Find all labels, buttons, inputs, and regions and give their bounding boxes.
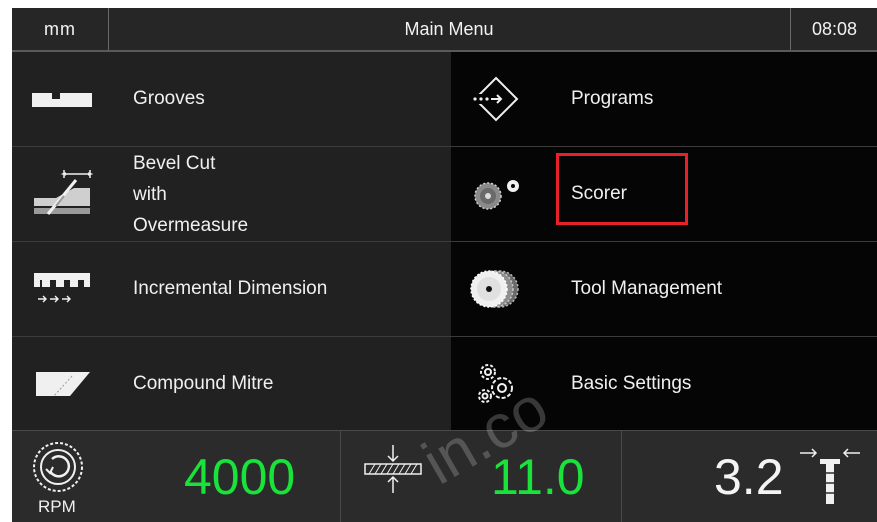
basic-settings-icon	[461, 337, 531, 431]
bevel-cut-line-1: Bevel Cut	[133, 152, 216, 174]
menu-row-3: Incremental Dimension Tool Management	[12, 242, 877, 337]
main-screen: mm Main Menu 08:08 Grooves Programs Beve…	[12, 8, 877, 522]
incremental-dimension-icon	[22, 242, 102, 336]
unit-indicator[interactable]: mm	[12, 8, 109, 50]
width-value: 3.2	[714, 449, 784, 505]
bevel-cut-button[interactable]: Bevel Cut with Overmeasure	[12, 147, 451, 241]
page-title: Main Menu	[404, 19, 494, 39]
compound-mitre-button[interactable]: Compound Mitre	[12, 337, 451, 431]
bevel-cut-icon	[22, 147, 102, 241]
tool-management-label: Tool Management	[571, 278, 723, 299]
compound-mitre-label: Compound Mitre	[133, 373, 274, 394]
tool-management-button[interactable]: Tool Management	[451, 242, 877, 336]
thickness-icon	[361, 443, 425, 506]
status-bar: RPM 4000 11.0 3.2	[12, 430, 877, 522]
clock: 08:08	[790, 8, 877, 50]
menu-row-2: Bevel Cut with Overmeasure Scorer	[12, 147, 877, 242]
menu-row-1: Grooves Programs	[12, 52, 877, 147]
programs-label: Programs	[571, 88, 654, 109]
rpm-icon	[30, 439, 86, 500]
grooves-button[interactable]: Grooves	[12, 52, 451, 146]
programs-button[interactable]: Programs	[451, 52, 877, 146]
bevel-cut-line-3: Overmeasure	[133, 214, 249, 236]
thickness-panel[interactable]: 11.0	[341, 431, 622, 522]
basic-settings-button[interactable]: Basic Settings	[451, 337, 877, 431]
basic-settings-label: Basic Settings	[571, 373, 692, 394]
menu-row-4: Compound Mitre Basic Settings	[12, 337, 877, 432]
rpm-label: RPM	[38, 497, 76, 516]
bevel-cut-label: Bevel Cut with Overmeasure	[133, 147, 248, 241]
selection-highlight	[556, 153, 688, 225]
header-bar: mm Main Menu 08:08	[12, 8, 877, 52]
grooves-icon	[22, 52, 102, 146]
grooves-label: Grooves	[133, 88, 205, 109]
incremental-dimension-button[interactable]: Incremental Dimension	[12, 242, 451, 336]
bevel-cut-line-2: with	[133, 183, 167, 205]
tool-management-icon	[461, 242, 531, 336]
width-icon	[798, 443, 864, 512]
programs-icon	[461, 52, 531, 146]
scorer-icon	[461, 147, 531, 241]
width-panel[interactable]: 3.2	[622, 431, 877, 522]
rpm-value: 4000	[184, 449, 296, 505]
thickness-value: 11.0	[491, 449, 585, 505]
compound-mitre-icon	[22, 337, 102, 431]
rpm-panel[interactable]: RPM 4000	[12, 431, 341, 522]
incremental-dimension-label: Incremental Dimension	[133, 278, 328, 299]
